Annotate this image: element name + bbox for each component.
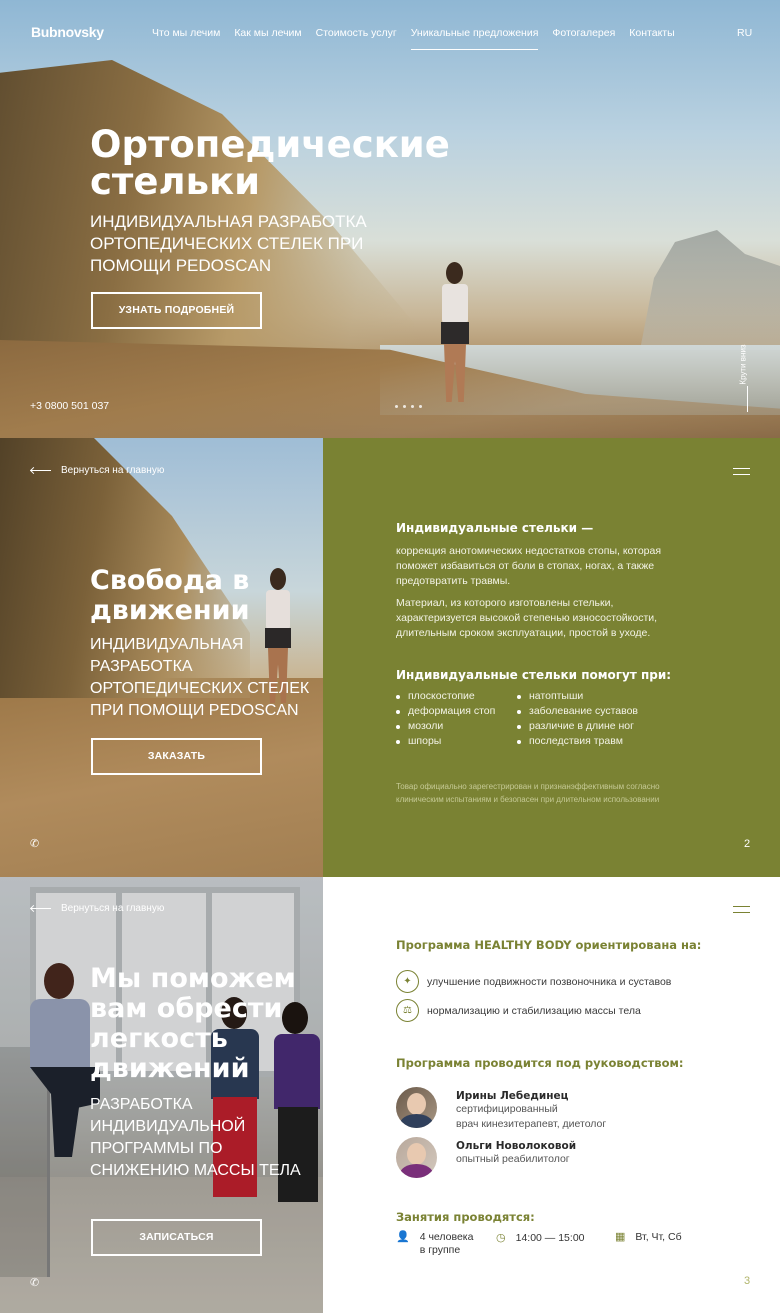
feature-item: ✦ улучшение подвижности позвоночника и с… — [396, 970, 671, 993]
expert-card: Ольги Новолоковой опытный реабилитолог — [396, 1137, 576, 1178]
back-to-home-link[interactable]: Вернуться на главную — [31, 465, 164, 476]
hero-title: Ортопедические стельки — [90, 123, 450, 203]
scroll-line — [747, 386, 748, 412]
list-item: плоскостопие — [396, 689, 495, 704]
scroll-down-indicator[interactable]: Крути вниз — [738, 336, 753, 416]
healthy-body-panel: Программа HEALTHY BODY ориентирована на:… — [323, 877, 780, 1313]
hero-phone[interactable]: +3 0800 501 037 — [30, 400, 109, 412]
group-size: 4 человека — [419, 1231, 474, 1243]
section3-title: Мы поможем вам обрести легкость движений — [90, 963, 296, 1084]
list-item: мозоли — [396, 719, 495, 734]
list-item: последствия травм — [517, 734, 638, 749]
section2-title: Свобода в движении — [90, 565, 250, 626]
list-item: натоптыши — [517, 689, 638, 704]
menu-item-prices[interactable]: Стоимость услуг — [316, 27, 397, 39]
list-item: деформация стоп — [396, 704, 495, 719]
schedule-heading: Занятия проводятся: — [396, 1210, 535, 1224]
top-navigation: Bubnovsky Что мы лечим Как мы лечим Стои… — [0, 0, 780, 60]
list-item: шпоры — [396, 734, 495, 749]
time-info: ◷ 14:00 — 15:00 — [496, 1232, 585, 1245]
page-number: 2 — [744, 838, 751, 850]
list-item: различие в длине ног — [517, 719, 638, 734]
scroll-down-label: Крути вниз — [738, 344, 748, 385]
arrow-left-icon — [31, 908, 51, 909]
slider-dot[interactable] — [419, 405, 422, 408]
insoles-material: Материал, из которого изготовлены стельк… — [396, 597, 658, 639]
menu-item-how-we-treat[interactable]: Как мы лечим — [234, 27, 301, 39]
menu-burger-icon[interactable] — [733, 906, 750, 913]
menu-item-contacts[interactable]: Контакты — [629, 27, 674, 39]
back-to-home-link[interactable]: Вернуться на главную — [31, 903, 164, 914]
slider-dot[interactable] — [403, 405, 406, 408]
days-info: ▦ Вт, Чт, Сб — [615, 1231, 682, 1244]
feature-item: ⚖ нормализацию и стабилизацию массы тела — [396, 999, 641, 1022]
conditions-list-left: плоскостопие деформация стоп мозоли шпор… — [396, 689, 495, 749]
logo[interactable]: Bubnovsky — [31, 24, 104, 40]
main-menu: Что мы лечим Как мы лечим Стоимость услу… — [152, 27, 689, 50]
class-days: Вт, Чт, Сб — [635, 1231, 682, 1243]
list-item: заболевание суставов — [517, 704, 638, 719]
phone-icon[interactable]: ✆ — [30, 837, 39, 850]
calendar-icon: ▦ — [615, 1231, 626, 1243]
conditions-list-right: натоптыши заболевание суставов различие … — [517, 689, 638, 749]
page-number: 3 — [744, 1275, 751, 1287]
class-time: 14:00 — 15:00 — [515, 1232, 585, 1244]
phone-icon[interactable]: ✆ — [30, 1276, 39, 1289]
menu-burger-icon[interactable] — [733, 468, 750, 475]
certification-note: Товар официально зарегестрирован и призн… — [396, 782, 660, 804]
scale-icon: ⚖ — [396, 999, 419, 1022]
person-icon: 👤 — [396, 1231, 410, 1243]
group-size-info: 👤 4 человека в группе — [396, 1231, 473, 1257]
program-focus-heading: Программа HEALTHY BODY ориентирована на: — [396, 938, 702, 952]
back-link-label: Вернуться на главную — [61, 465, 165, 476]
menu-item-unique-offers[interactable]: Уникальные предложения — [410, 27, 538, 50]
program-leaders-heading: Программа проводится под руководством: — [396, 1056, 684, 1070]
expert-role: опытный реабилитолог — [456, 1153, 570, 1165]
feature-text: нормализацию и стабилизацию массы тела — [427, 1004, 641, 1017]
group-size: в группе — [419, 1244, 461, 1256]
spine-icon: ✦ — [396, 970, 419, 993]
insoles-info-panel: Индивидуальные стельки — коррекция аното… — [323, 438, 780, 877]
expert-card: Ирины Лебединец сертифицированный врач к… — [396, 1087, 606, 1132]
expert-name: Ирины Лебединец — [456, 1090, 569, 1102]
arrow-left-icon — [31, 470, 51, 471]
slider-dots — [395, 405, 422, 408]
insoles-help-heading: Индивидуальные стельки помогут при: — [396, 668, 672, 682]
expert-role: врач кинезитерапевт, диетолог — [456, 1118, 607, 1130]
avatar — [396, 1087, 437, 1128]
hero-walking-woman — [436, 262, 474, 402]
order-button[interactable]: ЗАКАЗАТЬ — [91, 738, 262, 775]
slider-dot[interactable] — [395, 405, 398, 408]
insoles-description: коррекция анотомических недостатков стоп… — [396, 545, 662, 587]
sign-up-button[interactable]: ЗАПИСАТЬСЯ — [91, 1219, 262, 1256]
menu-item-gallery[interactable]: Фотогалерея — [552, 27, 615, 39]
clock-icon: ◷ — [496, 1232, 506, 1244]
language-switcher[interactable]: RU — [737, 27, 752, 39]
avatar — [396, 1137, 437, 1178]
learn-more-button[interactable]: УЗНАТЬ ПОДРОБНЕЙ — [91, 292, 262, 329]
insoles-heading: Индивидуальные стельки — — [396, 521, 594, 535]
expert-name: Ольги Новолоковой — [456, 1140, 577, 1152]
hero-subtitle: Индивидуальная разработка ортопедических… — [90, 212, 367, 275]
section2-subtitle: Индивидуальная разработка ортопедических… — [90, 636, 310, 719]
hero-cliff-right — [640, 230, 780, 350]
section3-subtitle: Разработка индивидуальной программы по с… — [90, 1096, 301, 1179]
slider-dot[interactable] — [411, 405, 414, 408]
expert-role: сертифицированный — [456, 1103, 558, 1115]
feature-text: улучшение подвижности позвоночника и сус… — [427, 975, 672, 988]
menu-item-what-we-treat[interactable]: Что мы лечим — [152, 27, 220, 39]
back-link-label: Вернуться на главную — [61, 903, 165, 914]
